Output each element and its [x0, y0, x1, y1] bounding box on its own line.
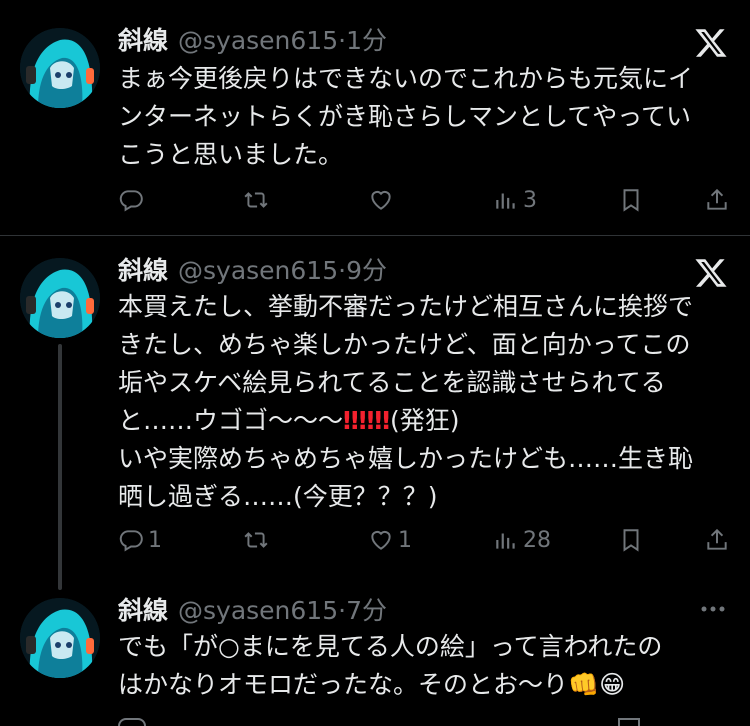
bookmark-icon	[623, 189, 639, 212]
tweet-line: いや実際めちゃめちゃ嬉しかったけども……生き恥	[118, 444, 694, 473]
bookmark-icon	[623, 529, 639, 552]
views-button[interactable]: 28	[493, 520, 551, 560]
reply-icon	[118, 718, 146, 726]
reply-button[interactable]	[118, 180, 148, 220]
avatar[interactable]	[20, 28, 100, 108]
tweet-line: と……ウゴゴ〜〜〜‼‼‼(発狂)	[118, 402, 728, 440]
action-bar: 3	[0, 180, 750, 220]
like-button[interactable]: 1	[368, 520, 412, 560]
timestamp[interactable]: 1分	[346, 26, 387, 55]
exclamation-emoji: ‼‼‼	[343, 406, 391, 435]
timestamp[interactable]: 7分	[346, 596, 387, 625]
fist-emoji: 👊	[568, 670, 600, 699]
share-button[interactable]	[704, 520, 730, 560]
view-count: 28	[523, 527, 551, 553]
reply-icon	[119, 190, 143, 212]
tweet-line: まぁ今更後戻りはできないのでこれからも元気にイ	[118, 64, 694, 93]
like-button[interactable]	[368, 180, 398, 220]
repost-icon	[244, 192, 268, 208]
heart-icon	[371, 190, 391, 210]
tweet-line: 垢やスケベ絵見られてることを認識させられてる	[118, 368, 666, 397]
handle-text[interactable]: @syasen615	[178, 256, 338, 285]
tweet-2[interactable]: 斜線 @syasen615·9分 本買えたし、挙動不審だったけど相互さんに挨拶で …	[0, 236, 750, 590]
share-icon	[707, 188, 727, 210]
tweet-text-segment: と……ウゴゴ〜〜〜	[118, 406, 344, 435]
tweet-line: 本買えたし、挙動不審だったけど相互さんに挨拶で	[118, 292, 694, 321]
author-name[interactable]: 斜線	[118, 256, 168, 285]
reply-button[interactable]: 1	[118, 520, 162, 560]
author-handle[interactable]: @syasen615·1分	[178, 26, 387, 55]
share-icon	[707, 528, 727, 550]
tweet-text: 本買えたし、挙動不審だったけど相互さんに挨拶で きたし、めちゃ楽しかったけど、面…	[118, 288, 728, 516]
repost-button[interactable]	[243, 520, 273, 560]
tweet-line: 晒し過ぎる……(今更？？？)	[118, 482, 438, 511]
view-count: 3	[523, 187, 537, 213]
views-icon	[496, 193, 515, 209]
tweet-line: はかなりオモロだったな。そのとお〜り👊😁	[118, 666, 728, 704]
reply-count: 1	[148, 527, 162, 553]
grin-emoji: 😁	[599, 670, 626, 699]
x-logo-icon	[695, 29, 727, 57]
views-button[interactable]: 3	[493, 180, 537, 220]
avatar[interactable]	[20, 258, 100, 338]
author-name[interactable]: 斜線	[118, 596, 168, 625]
tweet-line: ンターネットらくがき恥さらしマンとしてやってい	[118, 102, 692, 131]
share-button[interactable]	[704, 180, 730, 220]
reply-icon	[119, 530, 143, 552]
tweet-text: まぁ今更後戻りはできないのでこれからも元気にイ ンターネットらくがき恥さらしマン…	[118, 60, 728, 174]
more-options-button[interactable]	[698, 594, 728, 630]
tweet-line: きたし、めちゃ楽しかったけど、面と向かってこの	[118, 330, 691, 359]
x-logo-icon	[695, 259, 727, 287]
more-icon	[701, 606, 725, 612]
tweet-line: でも「が○まにを見てる人の絵」って言われたの	[118, 632, 663, 661]
handle-text[interactable]: @syasen615	[178, 26, 338, 55]
tweet-1[interactable]: 斜線 @syasen615·1分 まぁ今更後戻りはできないのでこれからも元気にイ …	[0, 0, 750, 234]
tweet-text-segment: (発狂)	[390, 406, 460, 435]
repost-icon	[244, 532, 268, 548]
heart-icon	[371, 530, 391, 550]
avatar-image	[20, 598, 100, 678]
like-count: 1	[398, 527, 412, 553]
repost-button[interactable]	[243, 180, 273, 220]
views-icon	[496, 533, 515, 549]
author-name[interactable]: 斜線	[118, 26, 168, 55]
tweet-3[interactable]: 斜線 @syasen615·7分 でも「が○まにを見てる人の絵」って言われたの は…	[0, 580, 750, 726]
author-handle[interactable]: @syasen615·9分	[178, 256, 387, 285]
bookmark-button[interactable]	[618, 520, 644, 560]
bookmark-button[interactable]	[618, 180, 644, 220]
action-bar: 1 1 28	[0, 520, 750, 560]
author-handle[interactable]: @syasen615·7分	[178, 596, 387, 625]
bookmark-icon	[618, 718, 640, 726]
tweet-line: こうと思いました。	[118, 140, 344, 169]
avatar[interactable]	[20, 598, 100, 678]
avatar-image	[20, 258, 100, 338]
tweet-text: でも「が○まにを見てる人の絵」って言われたの はかなりオモロだったな。そのとお〜…	[118, 628, 728, 704]
timestamp[interactable]: 9分	[346, 256, 387, 285]
avatar-image	[20, 28, 100, 108]
action-bar-partial	[118, 718, 728, 726]
tweet-text-segment: はかなりオモロだったな。そのとお〜り	[118, 670, 569, 699]
handle-text[interactable]: @syasen615	[178, 596, 338, 625]
